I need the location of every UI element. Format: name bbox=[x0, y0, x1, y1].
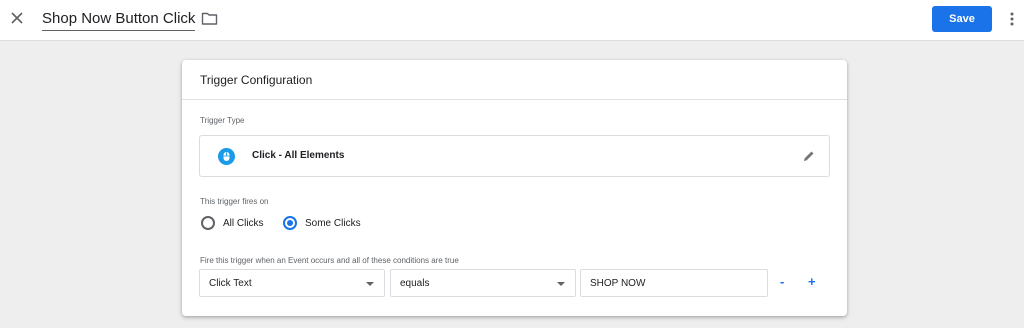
chevron-down-icon bbox=[557, 282, 565, 286]
top-bar: Shop Now Button Click Save bbox=[0, 0, 1024, 41]
page-title[interactable]: Shop Now Button Click bbox=[42, 10, 196, 31]
radio-label: All Clicks bbox=[223, 217, 264, 229]
trigger-type-label: Trigger Type bbox=[200, 116, 245, 125]
radio-label: Some Clicks bbox=[305, 217, 361, 229]
radio-some-clicks[interactable]: Some Clicks bbox=[283, 216, 361, 230]
chevron-down-icon bbox=[366, 282, 374, 286]
radio-selected-icon bbox=[283, 216, 297, 230]
card-title: Trigger Configuration bbox=[182, 60, 847, 100]
radio-unselected-icon bbox=[201, 216, 215, 230]
condition-label: Fire this trigger when an Event occurs a… bbox=[200, 256, 459, 265]
fires-on-label: This trigger fires on bbox=[200, 197, 269, 206]
condition-value-input[interactable] bbox=[580, 269, 768, 297]
mouse-icon bbox=[218, 148, 235, 165]
trigger-type-value: Click - All Elements bbox=[252, 150, 345, 161]
variable-value: Click Text bbox=[209, 278, 252, 289]
folder-icon[interactable] bbox=[201, 10, 218, 27]
variable-select[interactable]: Click Text bbox=[199, 269, 385, 297]
save-button[interactable]: Save bbox=[932, 6, 992, 32]
more-vert-icon[interactable] bbox=[1006, 10, 1018, 28]
add-condition-button[interactable]: + bbox=[808, 275, 816, 289]
close-icon[interactable] bbox=[8, 9, 26, 27]
remove-condition-button[interactable]: - bbox=[780, 275, 784, 289]
trigger-configuration-card: Trigger Configuration Trigger Type Click… bbox=[182, 60, 847, 316]
radio-all-clicks[interactable]: All Clicks bbox=[201, 216, 264, 230]
operator-select[interactable]: equals bbox=[390, 269, 576, 297]
trigger-type-selector[interactable]: Click - All Elements bbox=[199, 135, 830, 177]
operator-value: equals bbox=[400, 278, 430, 289]
pencil-icon[interactable] bbox=[802, 149, 816, 163]
